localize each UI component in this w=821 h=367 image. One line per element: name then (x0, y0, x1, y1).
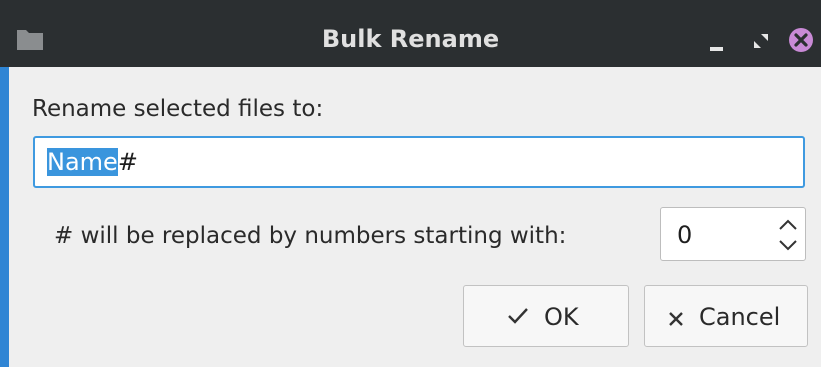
close-icon[interactable] (788, 27, 814, 57)
chevron-up-icon[interactable] (777, 217, 799, 236)
ok-button[interactable]: OK (463, 285, 629, 347)
chevron-down-icon[interactable] (777, 237, 799, 256)
rename-prompt-label: Rename selected files to: (32, 96, 324, 122)
unselected-text: # (117, 148, 138, 176)
start-number-value[interactable]: 0 (677, 221, 692, 249)
restore-icon[interactable] (752, 32, 770, 54)
cancel-button-label: Cancel (699, 303, 781, 331)
cancel-button[interactable]: Cancel (644, 285, 808, 347)
rename-pattern-value[interactable]: Name# (47, 147, 138, 177)
numbering-label: # will be replaced by numbers starting w… (54, 223, 567, 249)
window-title: Bulk Rename (321, 25, 500, 53)
check-icon (506, 304, 530, 334)
minimize-icon[interactable] (709, 37, 725, 56)
start-number-spinbox[interactable]: 0 (660, 207, 806, 261)
x-icon (667, 306, 685, 334)
title-bar[interactable]: Bulk Rename (0, 0, 821, 67)
selected-text: Name (47, 148, 118, 176)
window-border-accent (0, 67, 9, 367)
ok-button-label: OK (544, 303, 579, 331)
rename-pattern-input[interactable]: Name# (33, 136, 805, 188)
